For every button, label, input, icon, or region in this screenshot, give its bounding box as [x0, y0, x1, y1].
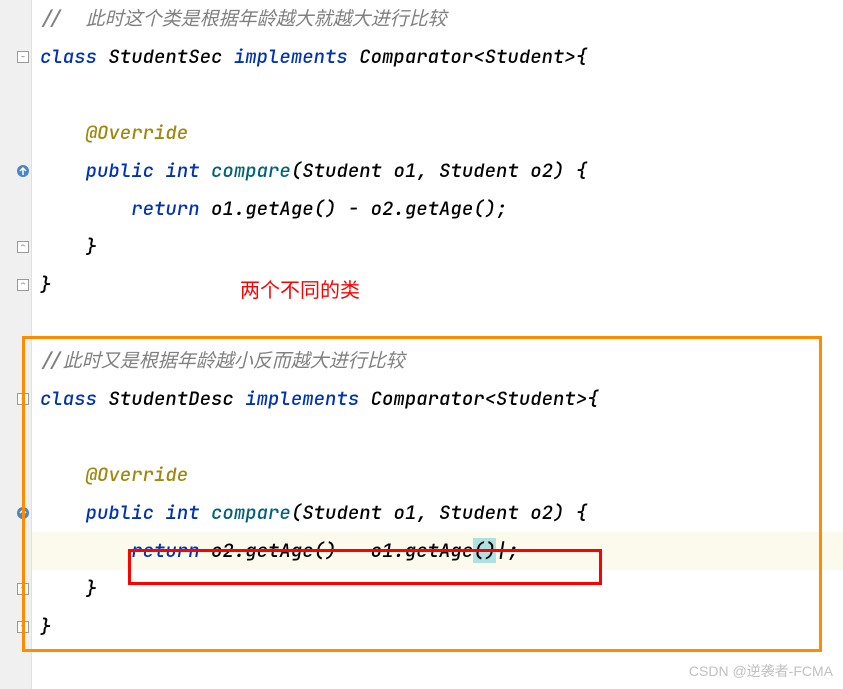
code-line[interactable]: } 两个不同的类	[40, 266, 843, 304]
fold-close-icon[interactable]: ⌃	[16, 278, 30, 292]
code-line[interactable]: }	[40, 228, 843, 266]
code-line[interactable]: public int compare(Student o1, Student o…	[40, 152, 843, 190]
expression: o1.getAge() - o2.getAge();	[211, 196, 507, 221]
highlight-box-red	[128, 549, 602, 585]
code-line[interactable]: @Override	[40, 114, 843, 152]
keyword: int	[165, 158, 211, 183]
keyword: class	[40, 44, 108, 69]
annotation: @Override	[86, 120, 189, 145]
type-ref: Comparator<Student>{	[359, 44, 587, 69]
code-line[interactable]: // 此时这个类是根据年龄越大就越大进行比较	[40, 0, 843, 38]
override-icon[interactable]	[16, 164, 30, 178]
class-name: StudentSec	[108, 44, 233, 69]
code-line[interactable]: class StudentSec implements Comparator<S…	[40, 38, 843, 76]
keyword: public	[86, 158, 166, 183]
fold-icon[interactable]: −	[16, 50, 30, 64]
brace: }	[86, 234, 97, 259]
keyword: implements	[234, 44, 359, 69]
code-line[interactable]	[40, 76, 843, 114]
fold-close-icon[interactable]: ⌃	[16, 240, 30, 254]
comment-text: // 此时这个类是根据年龄越大就越大进行比较	[40, 6, 447, 31]
brace: }	[40, 272, 51, 297]
params: (Student o1, Student o2) {	[291, 158, 587, 183]
method-name: compare	[211, 158, 291, 183]
watermark: CSDN @逆袭者-FCMA	[689, 661, 833, 681]
highlight-box-orange	[22, 336, 822, 652]
keyword: return	[131, 196, 211, 221]
code-line[interactable]: return o1.getAge() - o2.getAge();	[40, 190, 843, 228]
